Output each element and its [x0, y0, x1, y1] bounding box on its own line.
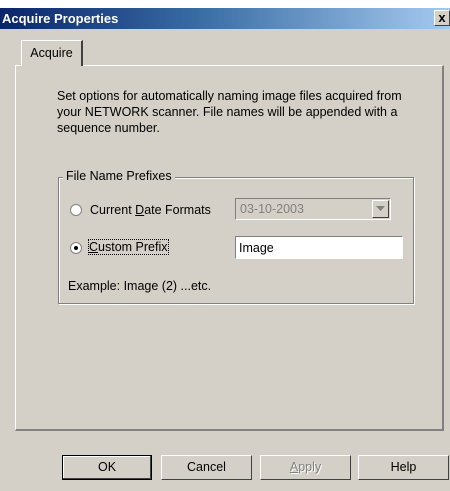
accelerator-c: C [89, 240, 99, 254]
window-title: Acquire Properties [2, 11, 119, 26]
accelerator-a: A [289, 460, 299, 474]
custom-prefix-label[interactable]: Custom Prefix [88, 239, 169, 255]
group-legend: File Name Prefixes [63, 169, 175, 183]
help-button[interactable]: Help [358, 455, 449, 480]
tab-acquire-label: Acquire [30, 46, 73, 60]
tab-acquire[interactable]: Acquire [21, 40, 83, 66]
radio-current-date-formats[interactable] [70, 204, 82, 216]
accelerator-d: D [135, 203, 145, 217]
apply-button[interactable]: Apply [260, 455, 351, 480]
close-icon: x [438, 10, 446, 25]
description-text: Set options for automatically naming ima… [57, 89, 402, 135]
radio-custom-prefix[interactable] [70, 242, 82, 254]
label-suffix-text: ustom Prefix [98, 240, 168, 254]
date-format-value: 03-10-2003 [240, 202, 304, 216]
help-button-label: Help [390, 460, 417, 474]
date-format-dropdown-button[interactable] [372, 200, 389, 218]
ok-button-label: OK [97, 460, 117, 474]
top-margin [0, 0, 450, 8]
apply-button-label: pply [298, 460, 322, 474]
cancel-button-label: Cancel [187, 460, 226, 474]
acquire-properties-dialog: Acquire Properties x Acquire Set options… [0, 0, 450, 491]
label-suffix-text: ate Formats [144, 203, 211, 217]
custom-prefix-input[interactable] [235, 236, 403, 259]
ok-button[interactable]: OK [62, 455, 152, 480]
date-format-select[interactable]: 03-10-2003 [235, 198, 391, 220]
title-bar[interactable]: Acquire Properties x [0, 8, 450, 29]
example-text: Example: Image (2) ...etc. [68, 279, 212, 293]
chevron-down-icon [376, 206, 385, 211]
cancel-button[interactable]: Cancel [161, 455, 252, 480]
close-button[interactable]: x [434, 10, 450, 26]
label-prefix-text: Current [90, 203, 136, 217]
current-date-formats-label[interactable]: Current Date Formats [90, 203, 211, 217]
